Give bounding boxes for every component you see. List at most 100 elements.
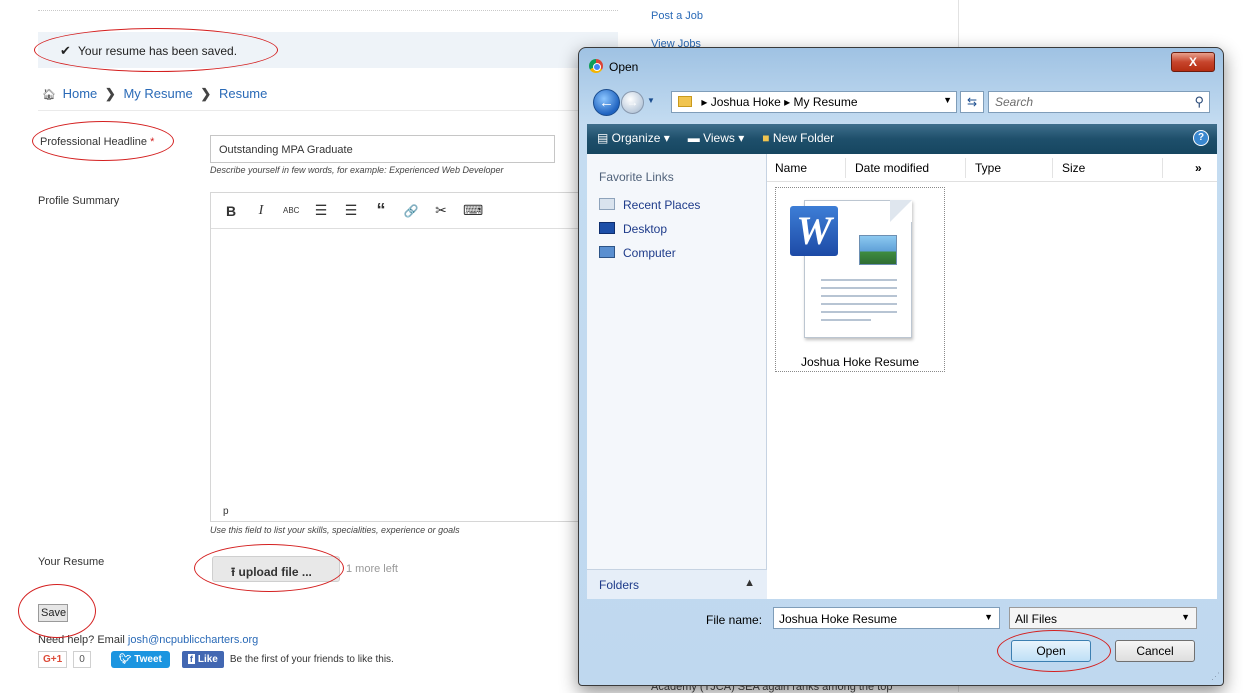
column-name[interactable]: Name xyxy=(775,161,807,175)
folders-toggle[interactable]: Folders ▲ xyxy=(587,569,767,599)
file-item[interactable]: W Joshua Hoke Resume xyxy=(775,187,945,372)
column-headers: Name Date modified Type Size » xyxy=(767,154,1217,182)
organize-menu[interactable]: ▤ Organize ▾ xyxy=(597,131,670,147)
social-buttons: G+1 0 🐦︎ Tweet f Like Be the first of you… xyxy=(38,651,394,668)
column-type[interactable]: Type xyxy=(975,161,1001,175)
history-dropdown-icon[interactable]: ▼ xyxy=(647,96,655,105)
favorite-computer[interactable]: Computer xyxy=(599,246,676,260)
breadcrumb-my-resume[interactable]: My Resume xyxy=(123,86,192,101)
file-name-field-label: File name: xyxy=(706,613,762,627)
resize-grip-icon[interactable]: ⋰ xyxy=(1211,671,1220,682)
quote-icon[interactable]: “ xyxy=(373,200,389,221)
chevron-right-icon: ❯ xyxy=(200,86,212,101)
file-list-pane: Name Date modified Type Size » W Joshua xyxy=(767,154,1217,599)
navigation-pane: Favorite Links Recent Places Desktop Com… xyxy=(587,154,767,599)
column-divider[interactable] xyxy=(1052,158,1053,178)
breadcrumb-resume[interactable]: Resume xyxy=(219,86,267,101)
summary-help: Use this field to list your skills, spec… xyxy=(210,525,460,535)
open-file-dialog: Open X ← → ▼ ▸ Joshua Hoke ▸ My Resume ▼… xyxy=(578,47,1224,686)
views-label: Views ▾ xyxy=(703,131,745,145)
alert-message: Your resume has been saved. xyxy=(78,44,238,58)
column-divider[interactable] xyxy=(1162,158,1163,178)
back-arrow-icon[interactable]: ← xyxy=(593,89,620,116)
required-mark: * xyxy=(150,136,155,148)
breadcrumb: 🏠︎ Home ❯ My Resume ❯ Resume xyxy=(42,86,267,102)
like-label: Like xyxy=(197,654,218,665)
unlink-icon[interactable]: ✂ xyxy=(433,202,449,219)
italic-icon[interactable]: I xyxy=(253,203,269,219)
cancel-button[interactable]: Cancel xyxy=(1115,640,1195,662)
facebook-like-text: Be the first of your friends to like thi… xyxy=(229,654,394,665)
chrome-logo-icon xyxy=(589,59,603,73)
chevron-down-icon[interactable]: ▼ xyxy=(984,612,993,622)
new-folder-button[interactable]: ■ New Folder xyxy=(762,131,834,147)
save-button[interactable]: Save xyxy=(38,604,68,622)
upload-button-label: upload file ... xyxy=(238,565,312,579)
favorite-label: Desktop xyxy=(623,222,668,236)
bold-icon[interactable]: B xyxy=(223,203,239,219)
search-input[interactable]: Search ⚲ xyxy=(988,91,1210,113)
upload-file-button[interactable]: ⭱ upload file ... xyxy=(212,556,340,582)
profile-summary-editor[interactable]: B I ABC ☰ ☰ “ 🔗 ✂ ⌨ p xyxy=(210,192,620,522)
text-line xyxy=(821,279,897,281)
editor-toolbar: B I ABC ☰ ☰ “ 🔗 ✂ ⌨ xyxy=(211,193,619,229)
favorite-recent-places[interactable]: Recent Places xyxy=(599,198,700,212)
recent-places-icon xyxy=(599,198,615,210)
resume-label: Your Resume xyxy=(38,556,105,568)
headline-input[interactable]: Outstanding MPA Graduate xyxy=(210,135,555,163)
document-picture xyxy=(859,235,897,265)
open-button[interactable]: Open xyxy=(1011,640,1091,662)
computer-icon xyxy=(599,246,615,258)
text-line xyxy=(821,287,897,289)
column-divider[interactable] xyxy=(965,158,966,178)
numbered-list-icon[interactable]: ☰ xyxy=(343,202,359,219)
chevron-down-icon[interactable]: ▼ xyxy=(1181,612,1190,622)
organize-icon: ▤ xyxy=(597,131,612,145)
text-line xyxy=(821,303,897,305)
facebook-like-button[interactable]: f Like xyxy=(181,651,224,668)
close-button[interactable]: X xyxy=(1171,52,1215,72)
google-plus-button[interactable]: G+1 xyxy=(38,651,68,668)
text-line xyxy=(821,295,897,297)
help-line: Need help? Email josh@ncpubliccharters.o… xyxy=(38,634,258,646)
editor-status-path: p xyxy=(223,506,229,517)
column-divider[interactable] xyxy=(845,158,846,178)
keyboard-icon[interactable]: ⌨ xyxy=(463,202,483,219)
google-plus-count: 0 xyxy=(73,651,91,668)
upload-remaining: 1 more left xyxy=(346,563,398,575)
favorite-links-title: Favorite Links xyxy=(599,170,674,184)
help-email-link[interactable]: josh@ncpubliccharters.org xyxy=(128,634,258,646)
forward-arrow-icon[interactable]: → xyxy=(621,91,644,114)
home-icon[interactable]: 🏠︎ xyxy=(42,89,56,101)
chevron-right-icon: ▸ xyxy=(701,95,708,109)
column-size[interactable]: Size xyxy=(1062,161,1085,175)
help-icon[interactable]: ? xyxy=(1193,130,1209,146)
file-type-select[interactable]: All Files ▼ xyxy=(1009,607,1197,629)
refresh-icon[interactable]: ⇆ xyxy=(960,91,984,113)
file-type-value: All Files xyxy=(1015,612,1058,626)
address-segment-folder[interactable]: My Resume xyxy=(793,95,857,109)
bulleted-list-icon[interactable]: ☰ xyxy=(313,202,329,219)
column-date-modified[interactable]: Date modified xyxy=(855,161,929,175)
word-logo-icon: W xyxy=(790,206,838,256)
tweet-button[interactable]: 🐦︎ Tweet xyxy=(110,651,170,668)
address-bar[interactable]: ▸ Joshua Hoke ▸ My Resume ▼ xyxy=(671,91,957,113)
favorite-desktop[interactable]: Desktop xyxy=(599,222,667,236)
summary-label: Profile Summary xyxy=(38,195,120,207)
chevron-down-icon[interactable]: ▼ xyxy=(943,95,952,105)
favorite-label: Recent Places xyxy=(623,198,701,212)
strikethrough-icon[interactable]: ABC xyxy=(283,206,299,215)
folder-icon xyxy=(678,96,692,107)
success-alert: ✔ Your resume has been saved. xyxy=(38,32,618,68)
file-name-label-text: File name: xyxy=(706,613,763,627)
views-menu[interactable]: ▬ Views ▾ xyxy=(688,131,745,147)
breadcrumb-home[interactable]: Home xyxy=(63,86,98,101)
sidebar-link-post-job[interactable]: Post a Job xyxy=(651,10,703,22)
more-columns-icon[interactable]: » xyxy=(1195,161,1202,175)
address-segment-user[interactable]: Joshua Hoke xyxy=(711,95,781,109)
page-fold xyxy=(890,200,912,222)
link-icon[interactable]: 🔗 xyxy=(403,204,419,218)
file-name-input[interactable]: Joshua Hoke Resume ▼ xyxy=(773,607,1000,629)
command-bar: ▤ Organize ▾ ▬ Views ▾ ■ New Folder ? xyxy=(587,124,1217,154)
search-icon[interactable]: ⚲ xyxy=(1194,94,1204,110)
